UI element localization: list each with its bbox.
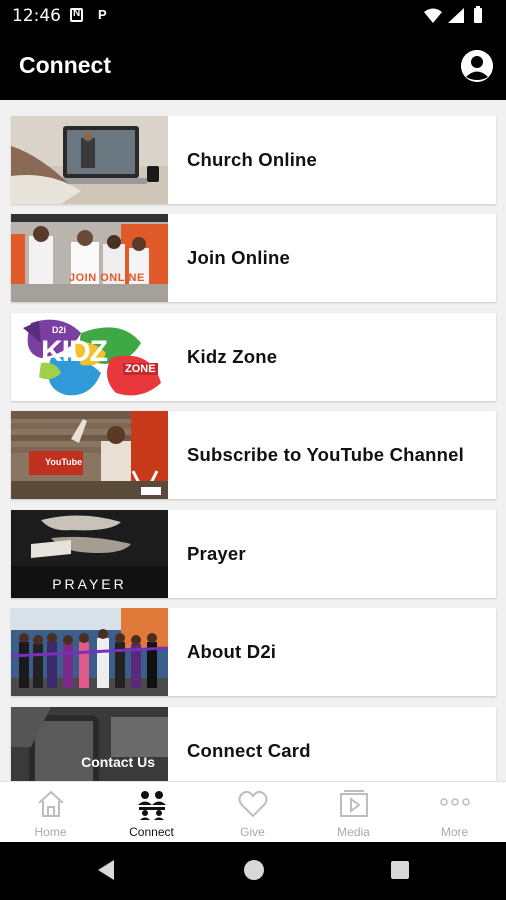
status-bar: 12:46 N P — [0, 0, 506, 32]
system-navigation-bar — [0, 842, 506, 900]
connect-list: Church Online JOIN ONLINE Join Online D2… — [0, 100, 506, 781]
list-item-connect-card[interactable]: Contact Us Connect Card — [11, 707, 496, 781]
nav-label: Media — [337, 825, 370, 839]
battery-icon — [474, 8, 482, 23]
back-icon[interactable] — [96, 859, 116, 881]
list-item-join-online[interactable]: JOIN ONLINE Join Online — [11, 214, 496, 302]
page-title: Connect — [19, 52, 111, 78]
nav-give[interactable]: Give — [202, 782, 303, 843]
contact-us-text: Contact Us — [81, 754, 155, 770]
list-item-label: About D2i — [187, 641, 277, 662]
home-button-icon[interactable] — [243, 859, 265, 881]
thumbnail-text: JOIN ONLINE — [69, 272, 145, 284]
profile-icon — [461, 50, 493, 82]
media-icon — [339, 790, 368, 817]
nav-label: More — [440, 825, 469, 839]
list-item-label: Church Online — [187, 149, 318, 170]
nav-media[interactable]: Media — [303, 782, 404, 843]
list-item-about[interactable]: About D2i — [11, 608, 496, 696]
nav-label: Connect — [129, 825, 174, 839]
connect-card-thumbnail: Contact Us — [11, 707, 168, 781]
join-online-thumbnail: JOIN ONLINE — [11, 214, 168, 302]
more-icon — [439, 798, 470, 806]
status-time: 12:46 — [12, 6, 61, 26]
list-item-church-online[interactable]: Church Online — [11, 116, 496, 204]
connect-icon — [137, 791, 166, 820]
nav-more[interactable]: More — [404, 782, 505, 843]
nav-label: Give — [240, 825, 265, 839]
about-thumbnail — [11, 608, 168, 696]
nav-connect[interactable]: Connect — [101, 782, 202, 843]
list-item-label: Join Online — [187, 247, 290, 268]
profile-button[interactable] — [461, 50, 493, 82]
kidz-title-text: KIDZ — [41, 335, 108, 368]
list-item-label: Subscribe to YouTube Channel — [187, 444, 464, 465]
youtube-thumbnail: YouTube — [11, 411, 168, 499]
notification-p-icon: P — [98, 7, 107, 22]
list-item-label: Connect Card — [187, 740, 311, 761]
signal-icons — [424, 6, 482, 23]
list-item-kidz-zone[interactable]: D2i KIDZ ZONE Kidz Zone — [11, 313, 496, 401]
notification-icon: N — [70, 8, 83, 22]
app-bar: Connect — [0, 32, 506, 100]
wifi-icon — [424, 8, 442, 23]
list-item-label: Prayer — [187, 543, 246, 564]
kidz-badge-text: D2i — [52, 325, 67, 335]
recents-icon[interactable] — [390, 860, 410, 880]
church-online-thumbnail — [11, 116, 168, 204]
bottom-navigation: Home Connect Give Media More — [0, 781, 506, 842]
prayer-text: PRAYER — [52, 576, 127, 592]
zone-text: ZONE — [123, 363, 158, 375]
cell-signal-icon — [448, 8, 464, 23]
nav-label: Home — [34, 825, 67, 839]
home-icon — [37, 790, 64, 817]
prayer-thumbnail: PRAYER — [11, 510, 168, 598]
kidz-zone-thumbnail: D2i KIDZ ZONE — [11, 313, 168, 401]
list-item-prayer[interactable]: PRAYER Prayer — [11, 510, 496, 598]
nav-home[interactable]: Home — [0, 782, 101, 843]
youtube-logo-text: YouTube — [45, 457, 83, 467]
heart-icon — [238, 790, 267, 818]
list-item-label: Kidz Zone — [187, 346, 278, 367]
list-item-youtube[interactable]: YouTube Subscribe to YouTube Channel — [11, 411, 496, 499]
status-icons — [422, 6, 496, 31]
